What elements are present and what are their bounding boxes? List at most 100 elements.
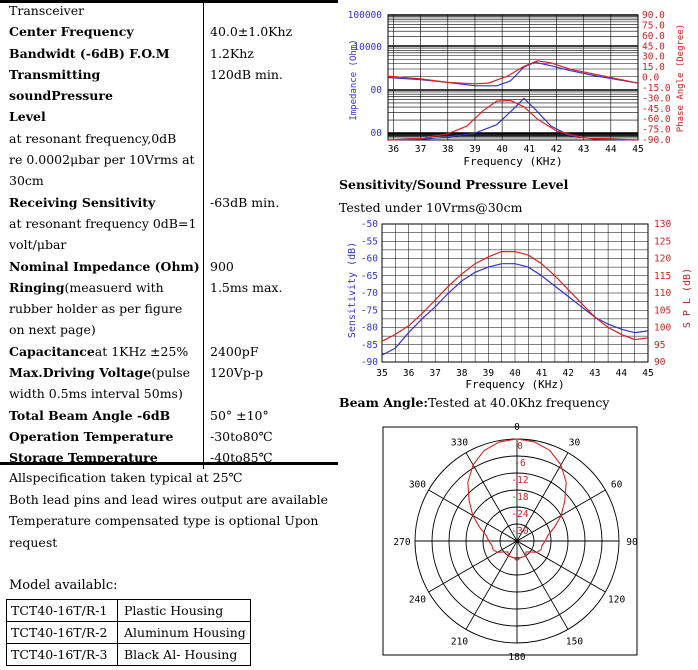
spec-label: Receiving Sensitivity (0, 192, 204, 213)
spec-value (203, 149, 338, 171)
spec-label: at resonant frequency 0dB=1 (0, 213, 204, 234)
spec-section: Transceiver Center Frequency 40.0±1.0Khz Ba… (0, 0, 340, 469)
table-row: Transceiver (0, 0, 338, 22)
spec-label-text: Center Frequency (9, 24, 134, 40)
y-right-tick-label: 60.0 (642, 31, 665, 42)
y-right-tick-label: -90.0 (642, 135, 671, 146)
table-row: on next page) (0, 319, 338, 341)
series-line (387, 97, 639, 141)
table-row: volt/μbar (0, 234, 338, 256)
spec-value: 2400pF (203, 340, 338, 363)
polar-ring (414, 438, 620, 644)
x-tick-label: 43 (578, 144, 589, 155)
y-right-tick-label: 110 (654, 288, 671, 299)
notes: Allspecification taken typical at 25℃ Bo… (9, 467, 379, 553)
table-row: TCT40-16T/R-3 Black Al- Housing (6, 643, 251, 666)
x-tick-label: 39 (469, 144, 481, 155)
polar-radial-label: -30 (511, 526, 528, 537)
spec-label-extra: (measuerd with (64, 279, 164, 295)
spec-value: 120Vp-p (203, 362, 338, 384)
spec-label-extra: (pulse (151, 365, 191, 381)
x-tick-label: 41 (536, 368, 548, 379)
spec-label-text: 30cm (9, 173, 44, 189)
spec-value (203, 383, 338, 405)
spec-label: 30cm (0, 170, 204, 191)
polar-angle-label: 30 (569, 437, 581, 448)
polar-frame (382, 426, 638, 656)
y-right-tick-label: 100 (654, 323, 671, 334)
spec-label: Transceiver (0, 0, 204, 21)
polar-angle-label: 210 (451, 637, 468, 648)
spec-value: 50° ±10° (203, 404, 338, 426)
polar-spoke (465, 452, 569, 630)
spec-label-text: Receiving Sensitivity (9, 194, 156, 210)
polar-angle-label: 180 (508, 652, 525, 663)
polar-radial-label: -12 (511, 475, 528, 486)
y-right-tick-label: 15.0 (642, 62, 665, 73)
table-row: 30cm (0, 170, 338, 192)
spec-label-text: Max.Driving Voltage (9, 365, 152, 381)
spec-value: 1.5ms max. (203, 276, 338, 299)
y-right-axis-label: S P L (dB) (682, 268, 693, 328)
model-housing: Black Al- Housing (117, 643, 251, 666)
spec-table: Transceiver Center Frequency 40.0±1.0Khz Ba… (0, 0, 338, 469)
polar-ring (499, 523, 535, 559)
y-right-tick-label: 30.0 (642, 52, 665, 63)
polar-angle-label: 120 (608, 595, 625, 606)
table-row: width 0.5ms interval 50ms) (0, 383, 338, 405)
spec-label-text: re 0.0002μbar per 10Vrms at (9, 152, 195, 168)
spec-label-text: Ringing (9, 279, 65, 295)
beam-heading: Beam Angle:Tested at 40.0Khz frequency (339, 395, 610, 410)
table-row: Max.Driving Voltage(pulse 120Vp-p (0, 362, 338, 384)
spec-value: 1.2Khz (203, 42, 338, 64)
x-tick-label: 39 (483, 368, 495, 379)
table-row: Capacitanceat 1KHz ±25% 2400pF (0, 340, 338, 363)
y-right-tick-label: 0.0 (642, 73, 659, 84)
top-rule (0, 0, 338, 3)
chart-frame (387, 14, 639, 141)
spec-label: width 0.5ms interval 50ms) (0, 383, 204, 404)
y-right-tick-label: 90.0 (642, 10, 665, 21)
polar-angle-label: 0 (514, 422, 520, 433)
spec-value (203, 212, 338, 235)
spec-label-text: Level (9, 109, 46, 125)
spec-label: Ringing(measuerd with (0, 277, 204, 298)
note-line: Both lead pins and lead wires output are… (9, 491, 329, 507)
y-left-tick-label: 00 (371, 128, 383, 139)
y-right-axis-label: Phase Angle (Degree) (676, 24, 686, 132)
table-row: Operation Temperature -30to80℃ (0, 425, 338, 448)
x-tick-label: 41 (524, 144, 536, 155)
spec-label: rubber holder as per figure (0, 298, 204, 319)
spec-value (203, 298, 338, 320)
spec-label: Storage Temperature (0, 447, 204, 468)
y-left-tick-label: -60 (361, 254, 378, 265)
table-row: Storage Temperature -40to85℃ (0, 447, 338, 469)
spec-label-text: rubber holder as per figure (9, 301, 183, 317)
spec-label-text: at resonant frequency,0dB (9, 130, 177, 146)
spec-value: 900 (203, 255, 338, 277)
table-row: Ringing(measuerd with 1.5ms max. (0, 276, 338, 299)
spec-label: re 0.0002μbar per 10Vrms at (0, 149, 204, 170)
y-left-tick-label: -90 (361, 357, 378, 368)
x-tick-label: 45 (632, 144, 643, 155)
y-left-tick-label: -70 (361, 288, 378, 299)
spec-label: Total Beam Angle -6dB (0, 405, 204, 426)
spec-label: at resonant frequency,0dB (0, 128, 204, 149)
polar-angle-label: 300 (409, 480, 426, 491)
spec-label-text: Total Beam Angle -6dB (9, 407, 171, 423)
x-axis-label: Frequency (KHz) (465, 378, 564, 391)
y-left-tick-label: -50 (361, 219, 378, 230)
y-right-tick-label: 75.0 (642, 20, 665, 31)
y-right-tick-label: -75.0 (642, 125, 671, 136)
polar-radial-label: 0 (517, 441, 523, 452)
table-row: rubber holder as per figure (0, 298, 338, 320)
x-tick-label: 38 (456, 368, 468, 379)
x-axis-label: Frequency (KHz) (463, 155, 562, 168)
x-tick-label: 44 (605, 144, 617, 155)
series-line (387, 61, 639, 87)
x-tick-label: 36 (403, 368, 415, 379)
table-row: Transmitting soundPressure 120dB min. (0, 63, 338, 107)
spec-label-text: Transmitting soundPressure (9, 66, 113, 104)
y-left-tick-label: 100000 (348, 10, 383, 21)
x-tick-label: 36 (388, 144, 400, 155)
